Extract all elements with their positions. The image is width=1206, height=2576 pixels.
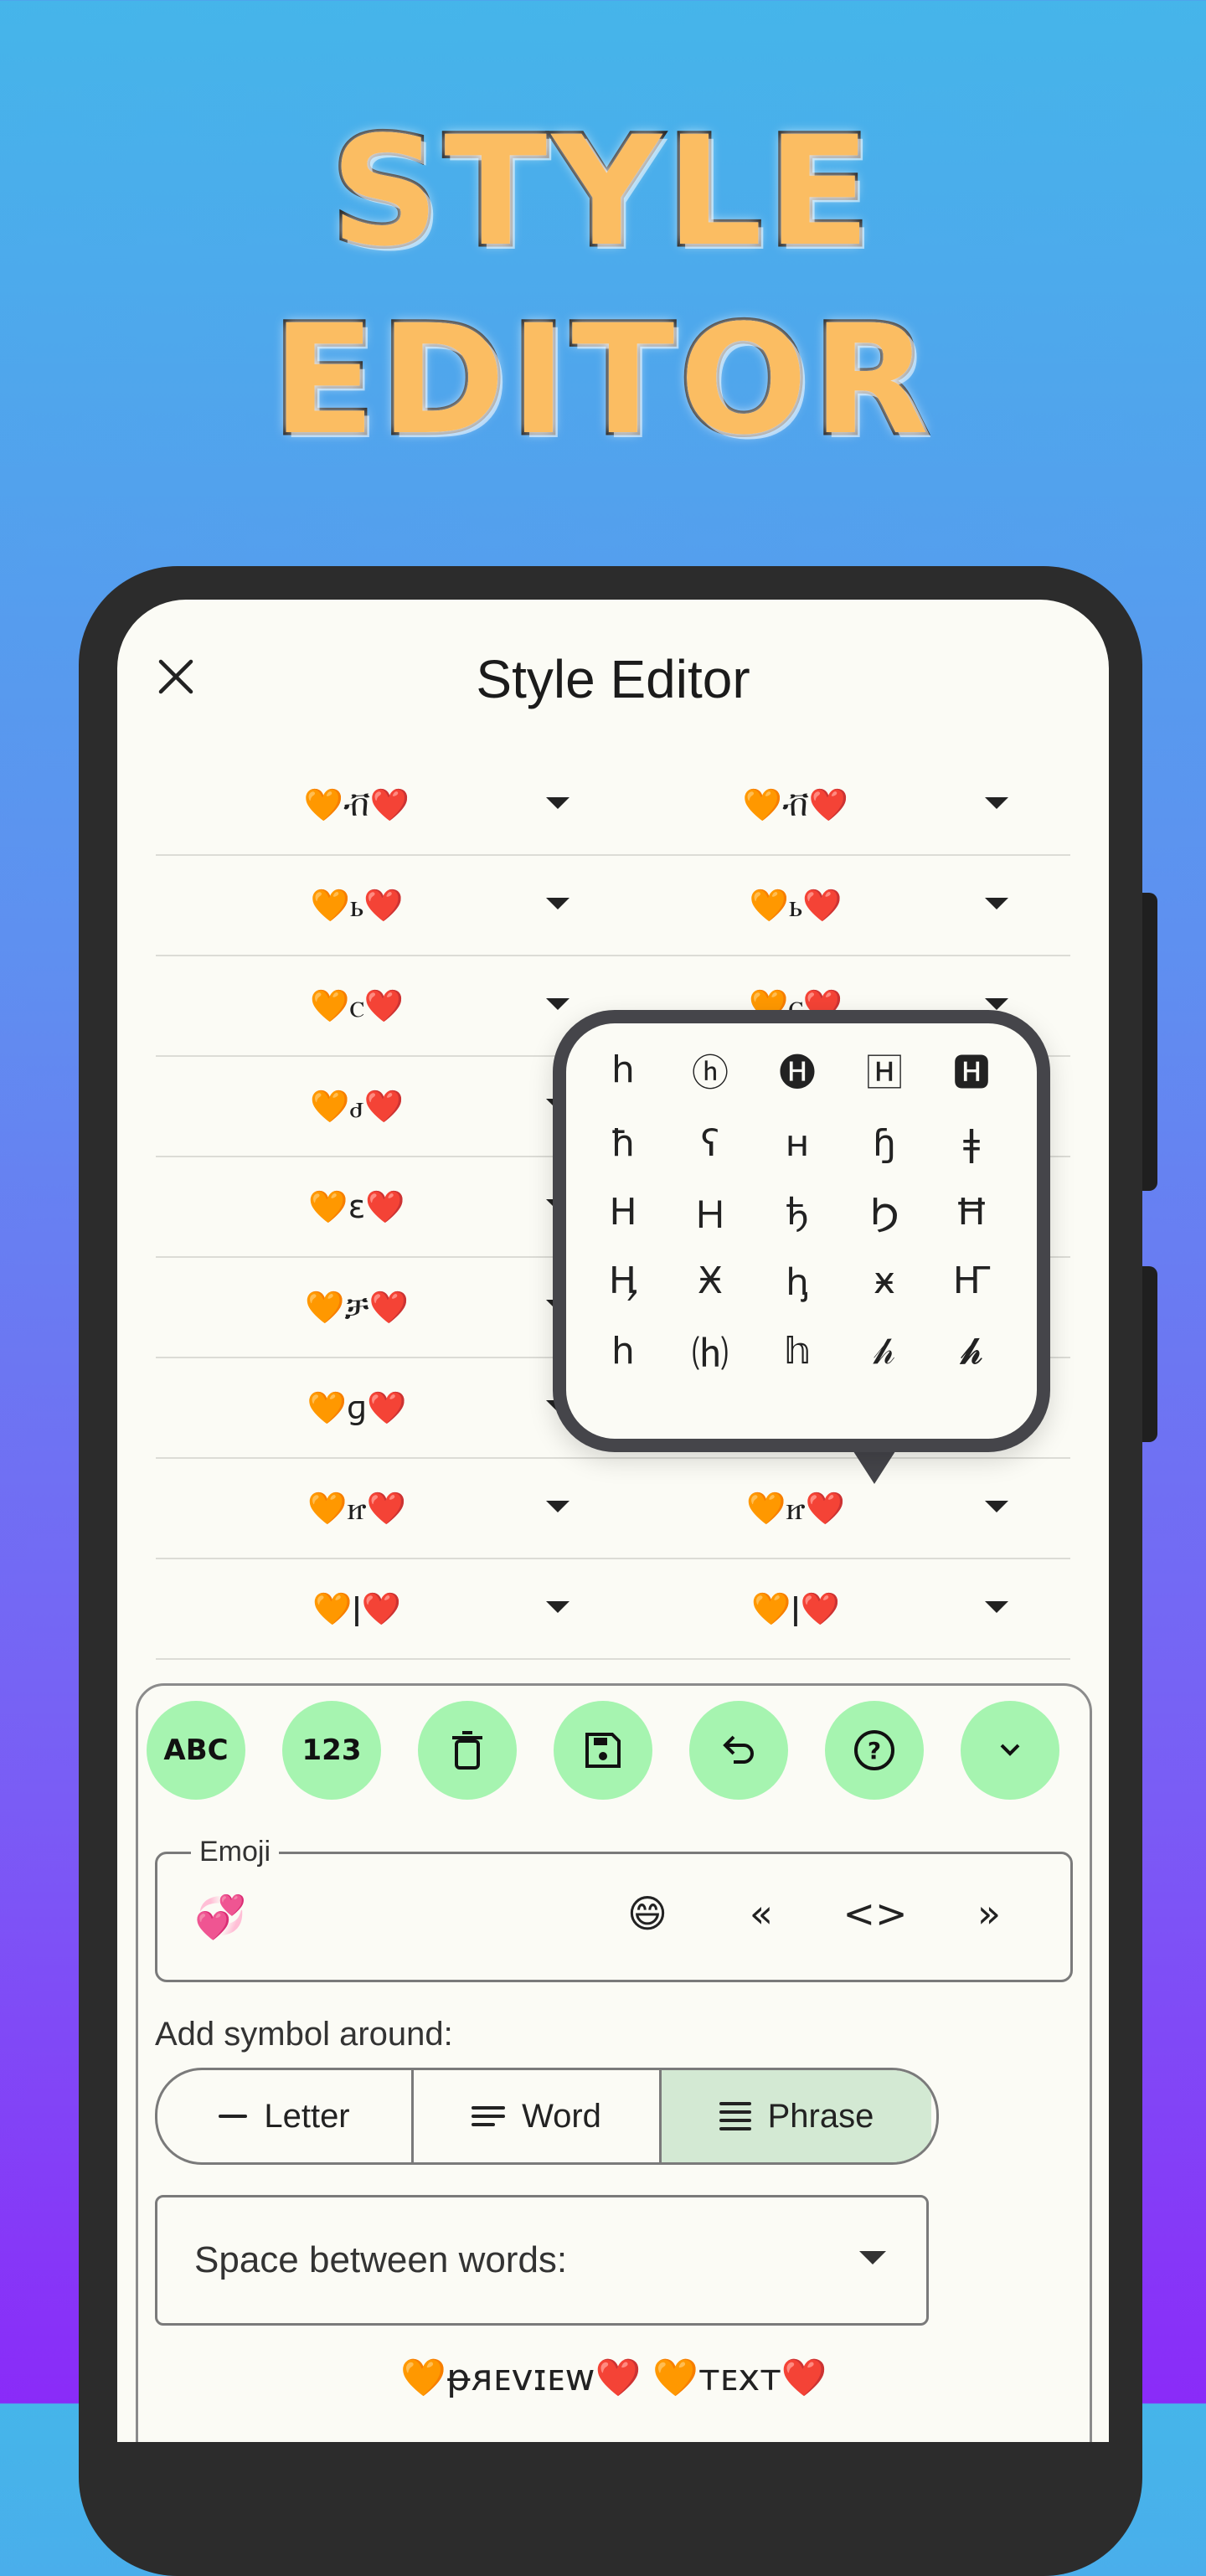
move-right-button[interactable]: » — [960, 1884, 1018, 1943]
abc-icon: ABC — [163, 1734, 229, 1767]
glyph-option[interactable]: Ϧ — [851, 1182, 918, 1241]
glyph-option[interactable]: Н — [590, 1182, 657, 1241]
save-button[interactable] — [554, 1701, 652, 1800]
symbol-around-segmented: Letter Word Phrase — [155, 2068, 939, 2165]
glyph-option[interactable]: ⒣ — [677, 1321, 744, 1380]
delete-button[interactable] — [418, 1701, 517, 1800]
segment-letter-label: Letter — [264, 2097, 350, 2135]
style-cell-left[interactable]: 🧡ቻ❤️ — [256, 1258, 457, 1357]
style-cell-right[interactable]: 🧡ꮟ❤️ — [695, 856, 896, 955]
dropdown-caret-icon[interactable] — [985, 1601, 1008, 1613]
glyph-option[interactable]: Ｈ — [677, 1182, 744, 1241]
glyph-option[interactable]: 𝕙 — [764, 1321, 831, 1380]
glyph-option[interactable]: h — [590, 1321, 657, 1380]
editor-panel: ABC 123 ? Emoji 💞 😄 « <> » Add symbol ar… — [136, 1683, 1092, 2442]
dropdown-caret-icon[interactable] — [546, 1601, 570, 1613]
dropdown-caret-icon[interactable] — [985, 1501, 1008, 1512]
glyph-option[interactable]: ꞕ — [764, 1251, 831, 1310]
app-bar: Style Editor — [117, 600, 1109, 750]
dropdown-caret-icon[interactable] — [546, 998, 570, 1010]
space-between-dropdown[interactable]: Space between words: — [155, 2195, 929, 2326]
dropdown-caret-icon[interactable] — [546, 797, 570, 809]
phone-side-button — [1142, 1266, 1157, 1442]
help-button[interactable]: ? — [825, 1701, 924, 1800]
style-cell-left[interactable]: 🧡ǀ❤️ — [256, 1559, 457, 1658]
app-screen: Style Editor 🧡ቭ❤️ 🧡ቭ❤️ 🧡ꮟ❤️ 🧡ꮟ❤️ 🧡ꮯ❤️ 🧡ꮯ… — [117, 600, 1109, 2442]
glyph-option[interactable]: 🄷 — [851, 1040, 918, 1099]
paragraph-lines-icon — [719, 2102, 751, 2130]
preview-text: 🧡ᵽᴙᴇᴠɪᴇᴡ❤️ 🧡ᴛᴇxᴛ❤️ — [400, 2357, 827, 2399]
move-left-button[interactable]: « — [732, 1884, 791, 1943]
symbol-around-label: Add symbol around: — [155, 2016, 453, 2053]
style-cell-left[interactable]: 🧡ɡ❤️ — [256, 1358, 457, 1457]
glyph-option[interactable]: Ħ — [938, 1182, 1005, 1241]
space-between-label: Space between words: — [194, 2239, 568, 2280]
glyph-option[interactable]: Ҥ — [938, 1251, 1005, 1310]
svg-text:?: ? — [868, 1737, 881, 1765]
lines-icon — [472, 2106, 506, 2126]
dropdown-caret-icon[interactable] — [985, 898, 1008, 909]
collapse-button[interactable] — [961, 1701, 1059, 1800]
numbers-button[interactable]: 123 — [282, 1701, 381, 1800]
promo-title-line2: EDITOR — [270, 293, 934, 468]
emoji-field[interactable]: Emoji 💞 😄 « <> » — [155, 1836, 1073, 1982]
style-row: 🧡ቭ❤️ 🧡ቭ❤️ — [156, 755, 1070, 856]
numbers-icon: 123 — [302, 1734, 362, 1767]
phone-side-button — [1142, 893, 1157, 1191]
undo-button[interactable] — [689, 1701, 788, 1800]
trash-icon — [452, 1731, 482, 1770]
glyph-option[interactable]: 𝓱 — [938, 1321, 1005, 1380]
glyph-option[interactable]: ӿ — [851, 1251, 918, 1310]
style-cell-left[interactable]: 🧡ꮷ❤️ — [256, 1057, 457, 1156]
short-lines-icon — [219, 2115, 248, 2118]
style-cell-right[interactable]: 🧡ǀ❤️ — [695, 1559, 896, 1658]
glyph-option[interactable]: ħ — [590, 1114, 657, 1172]
abc-button[interactable]: ABC — [147, 1701, 245, 1800]
glyph-picker-popup: h ⓗ 🅗 🄷 🅷 ħ ʕ ʜ ɧ ǂ Н Ｈ ђ Ϧ Ħ Ӊ Ӿ ꞕ ӿ Ҥ … — [553, 1010, 1050, 1452]
style-row: 🧡ǀ❤️ 🧡ǀ❤️ — [156, 1559, 1070, 1660]
dropdown-caret-icon[interactable] — [985, 998, 1008, 1010]
segment-letter[interactable]: Letter — [157, 2070, 414, 2162]
move-center-button[interactable]: <> — [843, 1884, 907, 1943]
glyph-option[interactable]: 🅗 — [764, 1040, 831, 1099]
style-cell-left[interactable]: 🧡ɛ❤️ — [256, 1157, 457, 1256]
help-icon: ? — [854, 1730, 894, 1770]
glyph-option[interactable]: ǂ — [938, 1114, 1005, 1172]
page-title: Style Editor — [476, 649, 750, 709]
emoji-picker-button[interactable]: 😄 — [618, 1884, 677, 1943]
glyph-option[interactable]: 𝒽 — [851, 1321, 918, 1380]
undo-icon — [723, 1735, 754, 1764]
promo-title-line1: STYLE — [327, 105, 876, 280]
glyph-option[interactable]: Ӿ — [677, 1251, 744, 1310]
segment-word[interactable]: Word — [414, 2070, 662, 2162]
segment-phrase[interactable]: Phrase — [662, 2070, 931, 2162]
dropdown-caret-icon[interactable] — [546, 1501, 570, 1512]
glyph-option[interactable]: ʜ — [764, 1114, 831, 1172]
style-row: 🧡ꮟ❤️ 🧡ꮟ❤️ — [156, 856, 1070, 956]
emoji-field-label: Emoji — [191, 1836, 280, 1868]
style-cell-right[interactable]: 🧡ቭ❤️ — [695, 755, 896, 854]
style-cell-left[interactable]: 🧡ቭ❤️ — [256, 755, 457, 854]
segment-phrase-label: Phrase — [767, 2097, 874, 2135]
dropdown-caret-icon — [859, 2251, 886, 2264]
glyph-option[interactable]: 🅷 — [938, 1040, 1005, 1099]
glyph-option[interactable]: ʕ — [677, 1114, 744, 1172]
style-cell-left[interactable]: 🧡ꮯ❤️ — [256, 956, 457, 1055]
dropdown-caret-icon[interactable] — [546, 898, 570, 909]
glyph-option[interactable]: h — [590, 1040, 657, 1099]
glyph-option[interactable]: Ӊ — [590, 1251, 657, 1310]
segment-word-label: Word — [522, 2097, 601, 2135]
dropdown-caret-icon[interactable] — [985, 797, 1008, 809]
style-row: 🧡ꮵ❤️ 🧡ꮵ❤️ — [156, 1459, 1070, 1559]
save-icon — [585, 1733, 621, 1768]
emoji-value: 💞 — [194, 1893, 247, 1941]
style-cell-left[interactable]: 🧡ꮵ❤️ — [256, 1459, 457, 1558]
glyph-option[interactable]: ђ — [764, 1182, 831, 1241]
chevron-down-icon — [1000, 1744, 1020, 1756]
glyph-option[interactable]: ɧ — [851, 1114, 918, 1172]
glyph-option[interactable]: ⓗ — [677, 1040, 744, 1099]
style-cell-left[interactable]: 🧡ꮟ❤️ — [256, 856, 457, 955]
